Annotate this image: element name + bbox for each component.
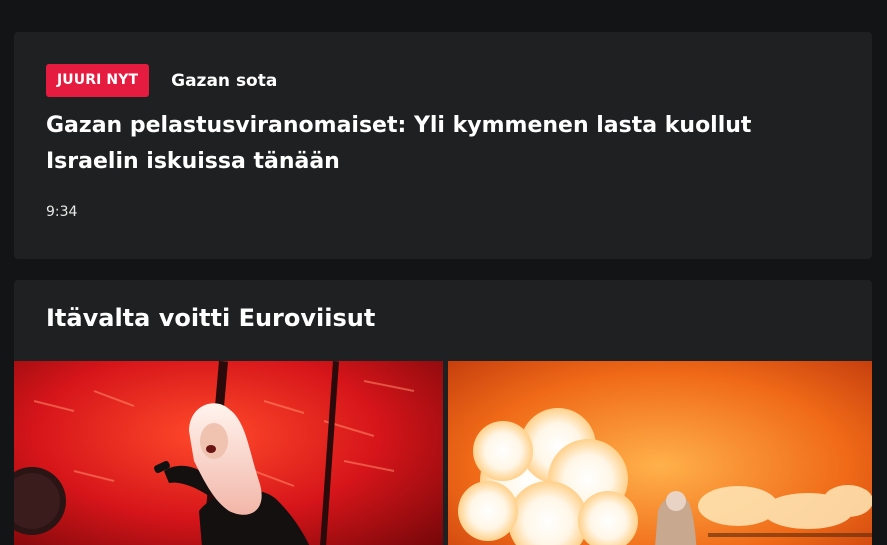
live-badge: JUURI NYT	[46, 64, 150, 97]
news-meta-row: JUURI NYT Gazan sota	[46, 64, 277, 97]
page: JUURI NYT Gazan sota Gazan pelastusviran…	[0, 0, 887, 545]
performer-image[interactable]	[14, 361, 443, 545]
category-link[interactable]: Gazan sota	[171, 71, 277, 91]
feature-image-row	[14, 361, 872, 545]
news-card[interactable]: JUURI NYT Gazan sota Gazan pelastusviran…	[14, 32, 872, 259]
news-headline[interactable]: Gazan pelastusviranomaiset: Yli kymmenen…	[46, 108, 846, 180]
feature-title[interactable]: Itävalta voitti Euroviisut	[46, 304, 375, 332]
news-timestamp: 9:34	[46, 204, 78, 220]
fire-stage-image[interactable]	[448, 361, 872, 545]
feature-card[interactable]: Itävalta voitti Euroviisut	[14, 280, 872, 545]
